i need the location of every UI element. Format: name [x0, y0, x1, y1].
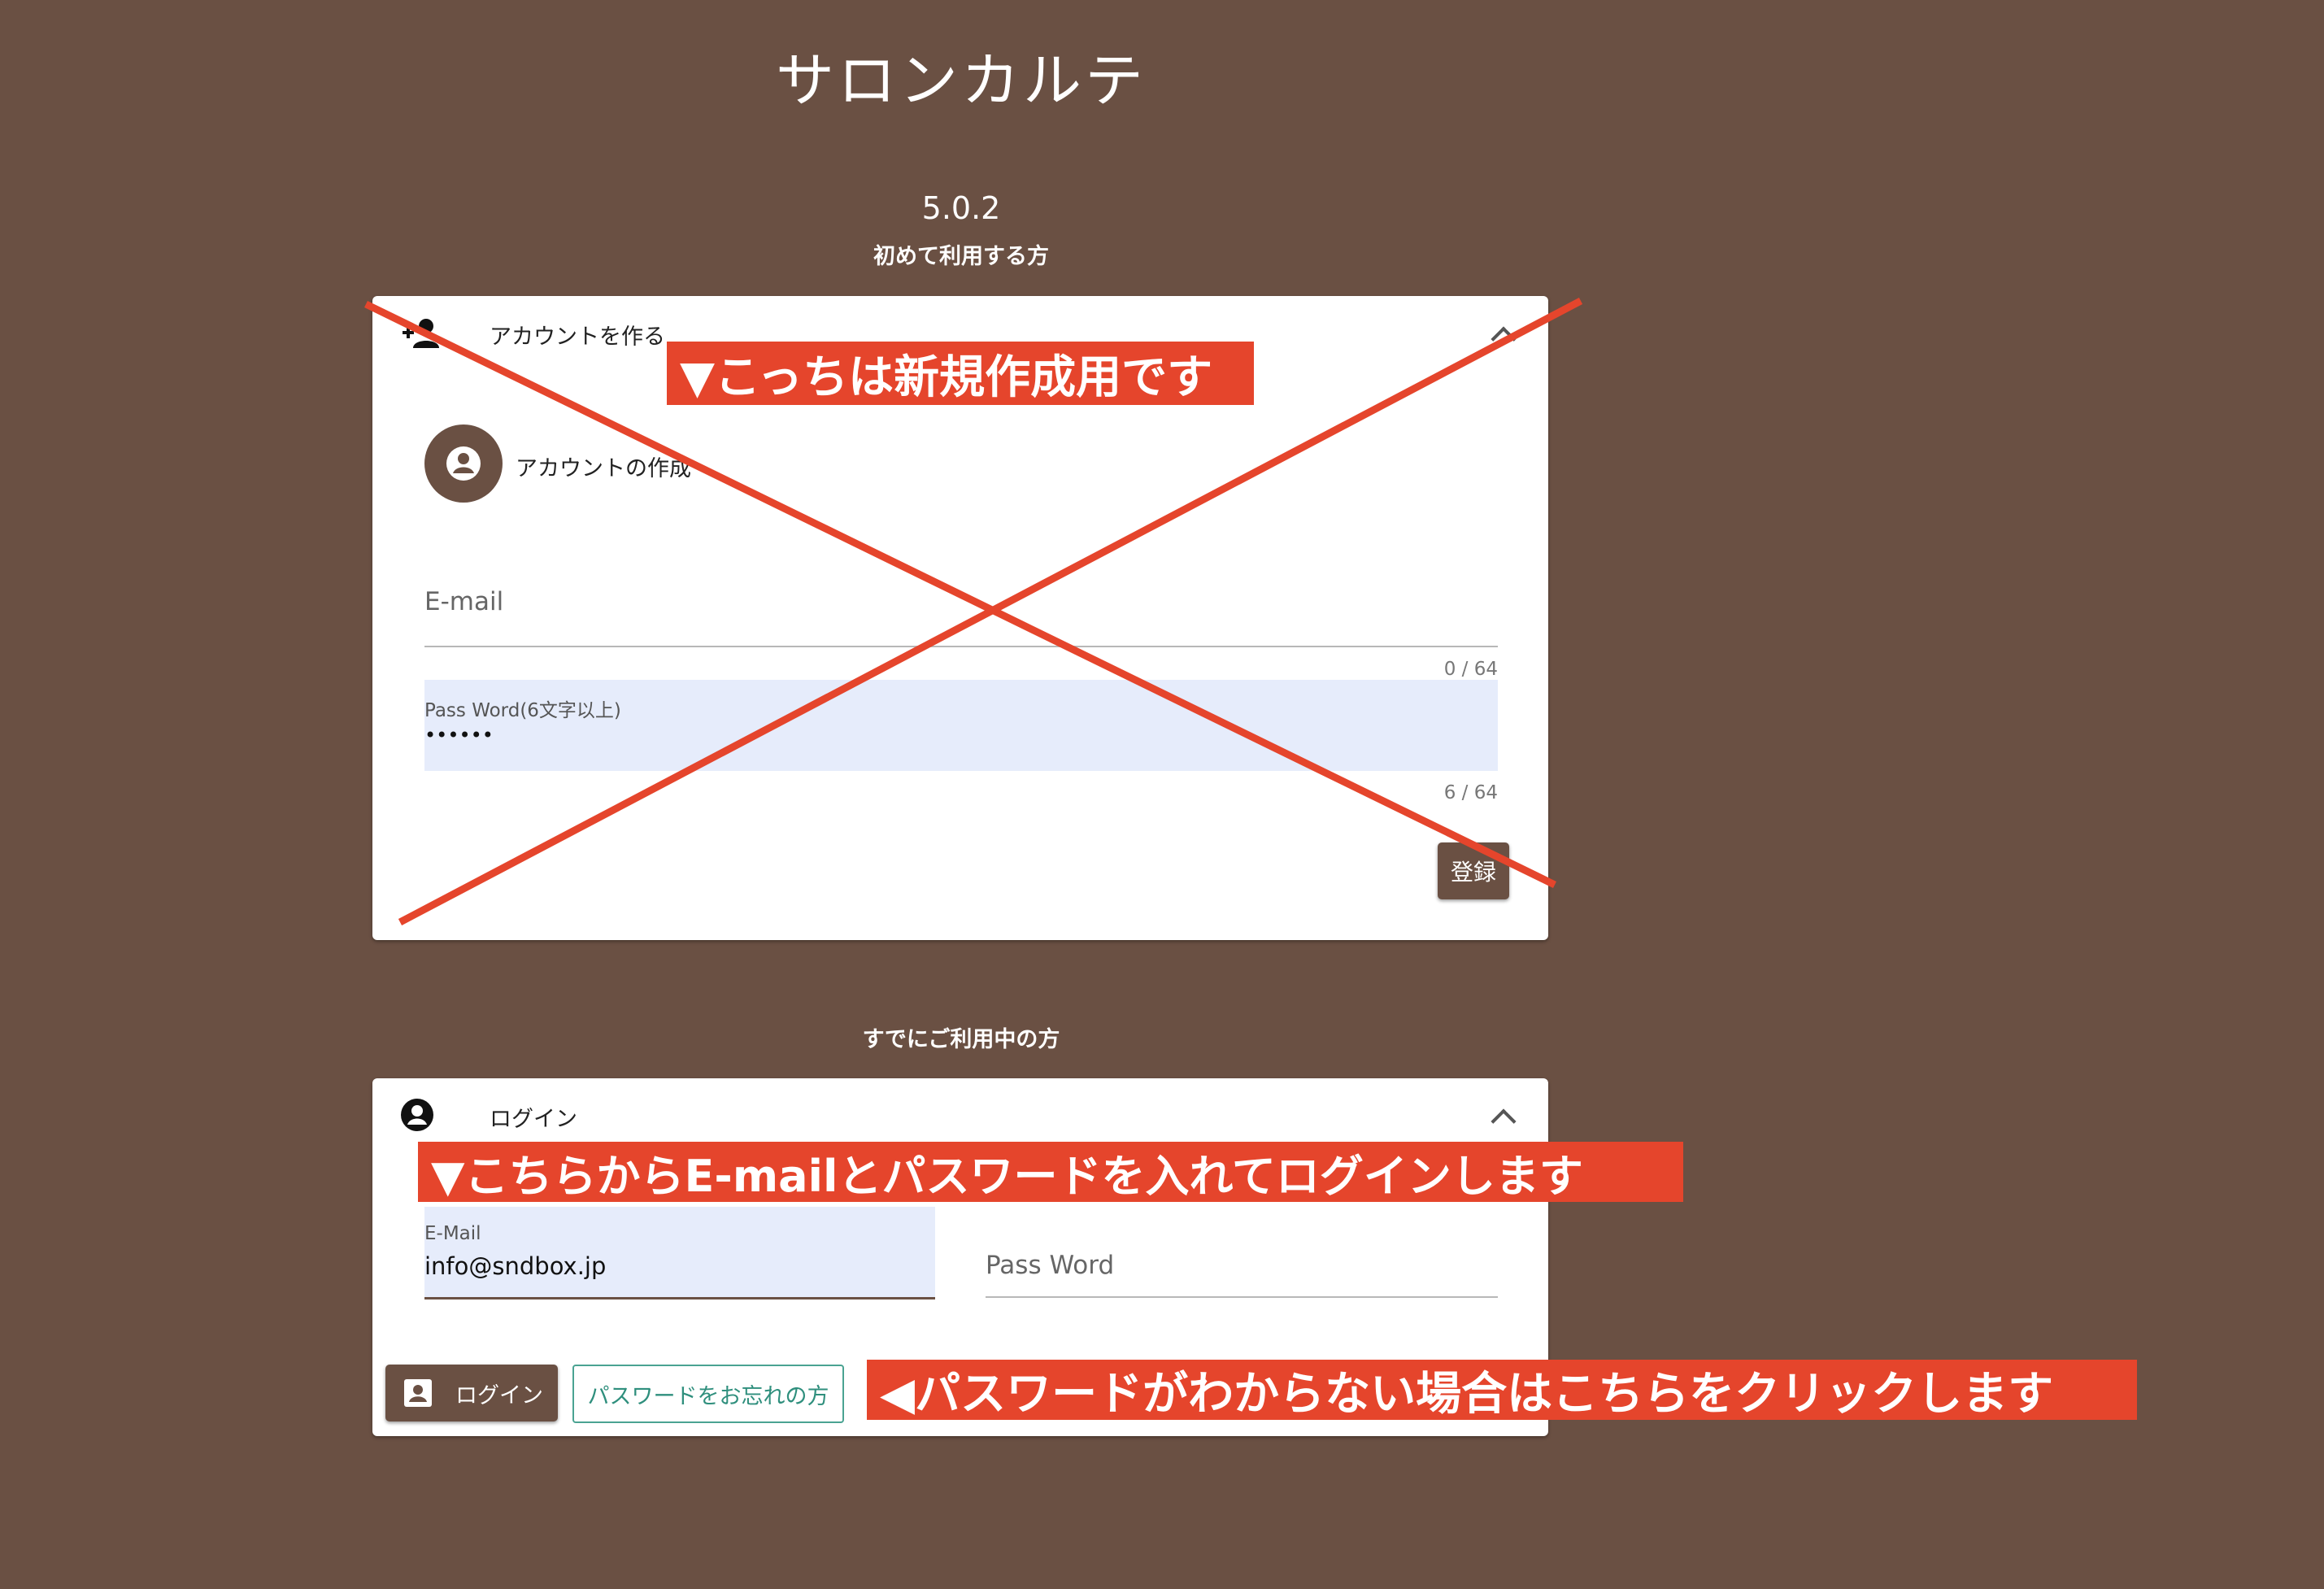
forgot-password-button[interactable]: パスワードをお忘れの方 — [572, 1365, 844, 1423]
existing-user-caption: すでにご利用中の方 — [862, 1027, 1060, 1052]
login-email-value: info@sndbox.jp — [424, 1252, 607, 1280]
login-password-underline — [986, 1296, 1498, 1298]
account-circle-icon — [400, 1098, 434, 1132]
new-account-annotation: ▼こっちは新規作成用です — [667, 342, 1254, 405]
login-title: ログイン — [490, 1107, 577, 1132]
forgot-password-annotation: ◀パスワードがわからない場合はこちらをクリックします — [867, 1360, 2137, 1421]
contact-card-icon — [403, 1378, 433, 1408]
login-email-field[interactable]: E-Mail info@sndbox.jp — [424, 1207, 935, 1299]
login-button[interactable]: ログイン — [385, 1365, 558, 1421]
login-password-input[interactable]: Pass Word — [986, 1251, 1114, 1280]
login-email-label: E-Mail — [424, 1223, 481, 1244]
login-button-label: ログイン — [455, 1382, 543, 1408]
chevron-up-icon — [1491, 1108, 1517, 1134]
login-annotation: ▼こちらからE-mailとパスワードを入れてログインします — [418, 1142, 1683, 1202]
